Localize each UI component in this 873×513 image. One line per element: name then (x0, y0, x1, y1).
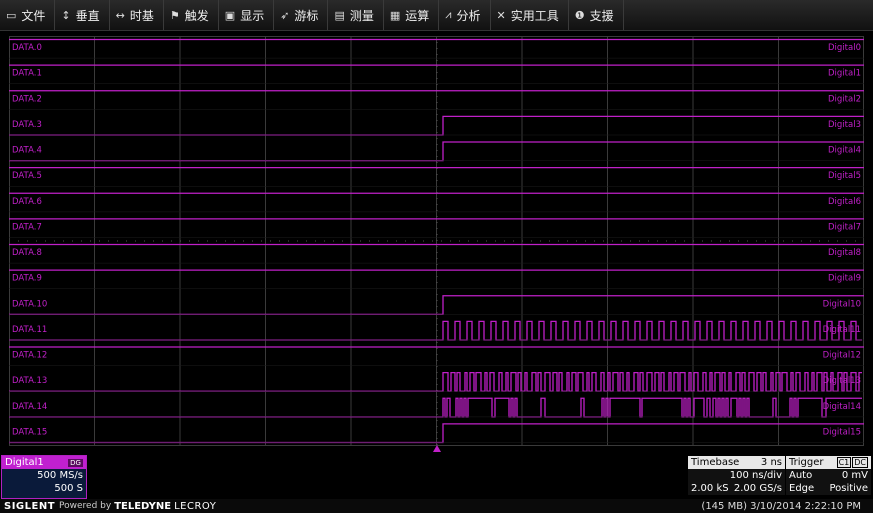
channel-label-left: DATA.12 (12, 351, 47, 361)
footer-bar: SIGLENT Powered by TELEDYNE LECROY (145 … (0, 499, 873, 513)
menu-item-math[interactable]: ▦ 运算 (384, 0, 440, 30)
channel-label-right: Digital1 (828, 69, 861, 79)
channel-label-right: Digital0 (828, 43, 861, 53)
status-memory-datetime: (145 MB) 3/10/2014 2:22:10 PM (701, 500, 861, 512)
channel-label-right: Digital8 (828, 248, 861, 258)
channel-label-right: Digital2 (828, 94, 861, 104)
trigger-slope: Positive (829, 483, 868, 494)
timebase-panel[interactable]: Timebase 3 ns 100 ns/div 2.00 kS 2.00 GS/s (688, 456, 785, 496)
menu-item-display[interactable]: ▣ 显示 (219, 0, 275, 30)
menu-label: 时基 (129, 8, 154, 23)
channel-label-right: Digital4 (828, 146, 861, 156)
file-icon: ▭ (6, 8, 17, 22)
trigger-mode: Auto (789, 470, 813, 481)
channel-label-right: Digital9 (828, 274, 861, 284)
maker-logo: TELEDYNE (114, 500, 172, 512)
menu-label: 实用工具 (510, 8, 559, 23)
channel-label-left: DATA.9 (12, 274, 42, 284)
channel-trace (9, 397, 862, 418)
channel-label-left: DATA.4 (12, 146, 42, 156)
trigger-title: Trigger (789, 457, 824, 468)
maker-logo-2: LECROY (174, 500, 217, 512)
channel-label-right: Digital12 (823, 351, 861, 361)
channel-label-left: DATA.0 (12, 43, 42, 53)
menu-label: 文件 (21, 8, 46, 23)
channel-descriptor-box[interactable]: Digital1 DG 500 MS/s 500 S (1, 455, 87, 499)
menu-item-cursor[interactable]: ➶ 游标 (274, 0, 329, 30)
menu-item-tools[interactable]: ✕ 实用工具 (491, 0, 569, 30)
cursor-icon: ➶ (280, 8, 290, 22)
powered-by-label: Powered by (59, 501, 112, 511)
menu-label: 垂直 (75, 8, 100, 23)
channel-label-right: Digital6 (828, 197, 861, 207)
menu-item-support[interactable]: ❶ 支援 (569, 0, 624, 30)
menu-item-timebase[interactable]: ↔ 时基 (110, 0, 164, 30)
menu-label: 游标 (294, 8, 319, 23)
channel-label-right: Digital11 (823, 325, 861, 335)
channel-sample-rate: 500 MS/s (37, 470, 83, 481)
vertical-icon: ↕ (61, 8, 71, 22)
trigger-position-marker[interactable] (433, 445, 441, 452)
channel-label-left: DATA.11 (12, 325, 47, 335)
support-icon: ❶ (574, 8, 585, 22)
channel-label-left: DATA.5 (12, 171, 42, 181)
menu-label: 测量 (349, 8, 374, 23)
menu-item-analysis[interactable]: ⩘ 分析 (439, 0, 491, 30)
timebase-scale: 100 ns/div (729, 470, 782, 481)
waveform-grid: DATA.0 Digital0 DATA.1 Digital1 DATA.2 Digita… (9, 36, 864, 446)
channel-label-left: DATA.13 (12, 376, 47, 386)
channel-badge: DG (68, 458, 83, 467)
timebase-rate: 2.00 GS/s (733, 483, 782, 494)
channel-label-right: Digital3 (828, 120, 861, 130)
trigger-type: Edge (789, 483, 815, 494)
math-icon: ▦ (389, 8, 401, 22)
channel-label-left: DATA.14 (12, 402, 47, 412)
menu-label: 触发 (184, 8, 209, 23)
menu-label: 支援 (589, 8, 614, 23)
menu-item-trigger[interactable]: ⚑ 触发 (164, 0, 219, 30)
timebase-samples: 2.00 kS (691, 483, 729, 494)
tools-icon: ✕ (496, 8, 506, 22)
channel-label-left: DATA.15 (12, 427, 47, 437)
measure-icon: ▤ (334, 8, 345, 22)
channel-label-left: DATA.3 (12, 120, 42, 130)
channel-label-left: DATA.10 (12, 299, 47, 309)
channel-label-right: Digital10 (823, 299, 861, 309)
channel-name: Digital1 (5, 457, 44, 468)
brand-logo: SIGLENT (4, 500, 56, 512)
display-icon: ▣ (224, 8, 236, 22)
timebase-title: Timebase (691, 457, 740, 468)
channel-label-right: Digital14 (823, 402, 861, 412)
channel-label-left: DATA.8 (12, 248, 42, 258)
channel-points: 500 S (54, 483, 83, 494)
menu-label: 运算 (405, 8, 430, 23)
timebase-icon: ↔ (115, 8, 125, 22)
menu-label: 显示 (240, 8, 265, 23)
trigger-level: 0 mV (841, 470, 868, 481)
trigger-icon: ⚑ (169, 8, 180, 22)
trigger-panel[interactable]: Trigger C1 DC Auto 0 mV Edge Positive (786, 456, 871, 496)
trigger-coupling: DC (852, 457, 868, 468)
trigger-source: C1 (836, 457, 852, 468)
menu-label: 分析 (456, 8, 481, 23)
menu-item-measure[interactable]: ▤ 测量 (328, 0, 384, 30)
channel-trace (9, 371, 862, 392)
channel-label-left: DATA.6 (12, 197, 42, 207)
channel-label-right: Digital7 (828, 222, 861, 232)
channel-label-right: Digital15 (823, 427, 861, 437)
menu-item-file[interactable]: ▭ 文件 (0, 0, 56, 30)
channel-label-left: DATA.2 (12, 94, 42, 104)
channel-label-left: DATA.1 (12, 69, 42, 79)
timebase-delay: 3 ns (760, 457, 782, 468)
menu-item-vertical[interactable]: ↕ 垂直 (55, 0, 110, 30)
channel-label-left: DATA.7 (12, 222, 42, 232)
channel-trace (9, 320, 862, 341)
analysis-icon: ⩘ (445, 8, 452, 21)
menu-bar: ▭ 文件 ↕ 垂直 ↔ 时基 ⚑ 触发 ▣ 显示 ➶ 游标 ▤ 测量 ▦ 运算 ⩘ 分析 ✕ 实用工具 ❶ 支援 (0, 0, 873, 31)
channel-label-right: Digital5 (828, 171, 861, 181)
